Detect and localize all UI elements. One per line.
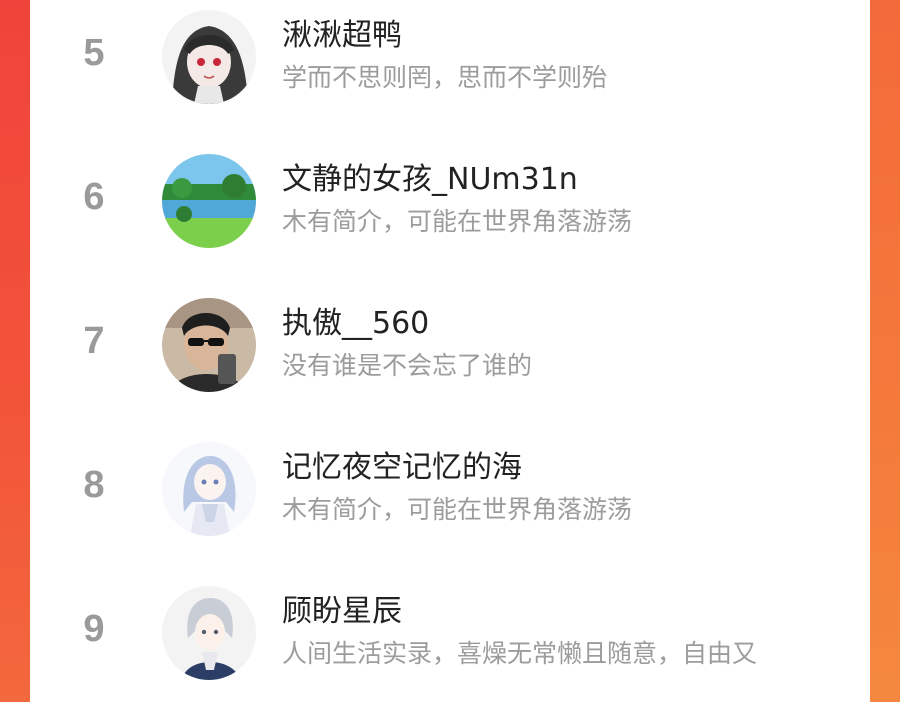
rank-number: 7 bbox=[83, 320, 105, 362]
rank-number: 9 bbox=[83, 608, 105, 650]
avatar[interactable] bbox=[162, 442, 256, 536]
rank-number: 5 bbox=[83, 32, 105, 74]
anime-boy-silver-hair-avatar bbox=[162, 586, 256, 680]
user-name[interactable]: 湫湫超鸭 bbox=[282, 10, 402, 54]
avatar[interactable] bbox=[162, 10, 256, 104]
ranking-row[interactable]: 5 湫湫超鸭 学而不思则罔，思而不学则殆 bbox=[30, 0, 870, 128]
user-name[interactable]: 文静的女孩_NUm31n bbox=[282, 154, 578, 198]
anime-girl-dark-hair-avatar bbox=[162, 10, 256, 104]
man-sunglasses-selfie-avatar bbox=[162, 298, 256, 392]
user-name[interactable]: 记忆夜空记忆的海 bbox=[282, 442, 522, 486]
avatar[interactable] bbox=[162, 586, 256, 680]
background-right-strip bbox=[870, 0, 900, 702]
user-bio: 学而不思则罔，思而不学则殆 bbox=[282, 63, 608, 92]
ranking-list: 5 湫湫超鸭 学而不思则罔，思而不学则殆 6 文静的女孩_NUm31n 木有简介… bbox=[30, 0, 870, 702]
user-bio: 木有简介，可能在世界角落游荡 bbox=[282, 495, 633, 524]
user-name[interactable]: 顾盼星辰 bbox=[282, 586, 402, 630]
background-left-strip bbox=[0, 0, 30, 702]
anime-girl-blue-hair-avatar bbox=[162, 442, 256, 536]
user-bio: 没有谁是不会忘了谁的 bbox=[282, 351, 533, 380]
avatar[interactable] bbox=[162, 298, 256, 392]
landscape-lake-avatar bbox=[162, 154, 256, 248]
ranking-row[interactable]: 7 执傲__560 没有谁是不会忘了谁的 bbox=[30, 276, 870, 416]
ranking-row[interactable]: 8 记忆夜空记忆的海 木有简介，可能在世界角落游荡 bbox=[30, 420, 870, 560]
user-name[interactable]: 执傲__560 bbox=[282, 298, 429, 342]
ranking-row[interactable]: 6 文静的女孩_NUm31n 木有简介，可能在世界角落游荡 bbox=[30, 132, 870, 272]
avatar[interactable] bbox=[162, 154, 256, 248]
user-bio: 木有简介，可能在世界角落游荡 bbox=[282, 207, 633, 236]
ranking-row[interactable]: 9 顾盼星辰 人间生活实录，喜燥无常懒且随意，自由又 bbox=[30, 564, 870, 704]
user-bio: 人间生活实录，喜燥无常懒且随意，自由又 bbox=[282, 639, 758, 668]
rank-number: 6 bbox=[83, 176, 105, 218]
rank-number: 8 bbox=[83, 464, 105, 506]
